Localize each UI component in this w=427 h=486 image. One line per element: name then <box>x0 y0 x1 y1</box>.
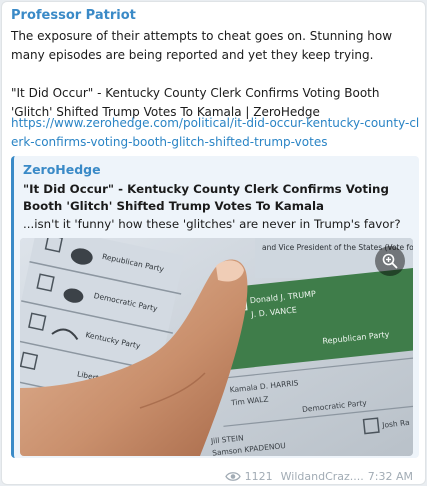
view-count: 1121 <box>244 470 273 483</box>
message-text: The exposure of their attempts to cheat … <box>11 27 421 122</box>
preview-image[interactable]: Republican Party Democratic Party Kentuc… <box>20 238 413 456</box>
author-name[interactable]: Professor Patriot <box>11 8 136 23</box>
preview-title: "It Did Occur" - Kentucky County Clerk C… <box>23 182 389 213</box>
link-preview[interactable]: ZeroHedge "It Did Occur" - Kentucky Coun… <box>11 156 419 458</box>
article-link[interactable]: https://www.zerohedge.com/political/it-d… <box>11 114 421 152</box>
preview-site-name: ZeroHedge <box>23 162 101 177</box>
ballot-photo: Republican Party Democratic Party Kentuc… <box>20 238 413 456</box>
post-signature: WildandCraz.... <box>280 470 364 483</box>
zoom-in-icon <box>382 253 398 269</box>
message-bubble: Professor Patriot The exposure of their … <box>1 1 426 485</box>
preview-description: ...isn't it 'funny' how these 'glitches'… <box>23 217 401 231</box>
post-time: 7:32 AM <box>367 470 413 483</box>
zoom-button[interactable] <box>375 246 405 276</box>
eye-icon <box>224 471 241 482</box>
message-paragraph: The exposure of their attempts to cheat … <box>11 29 393 119</box>
message-footer: 1121 WildandCraz.... 7:32 AM <box>224 470 413 483</box>
